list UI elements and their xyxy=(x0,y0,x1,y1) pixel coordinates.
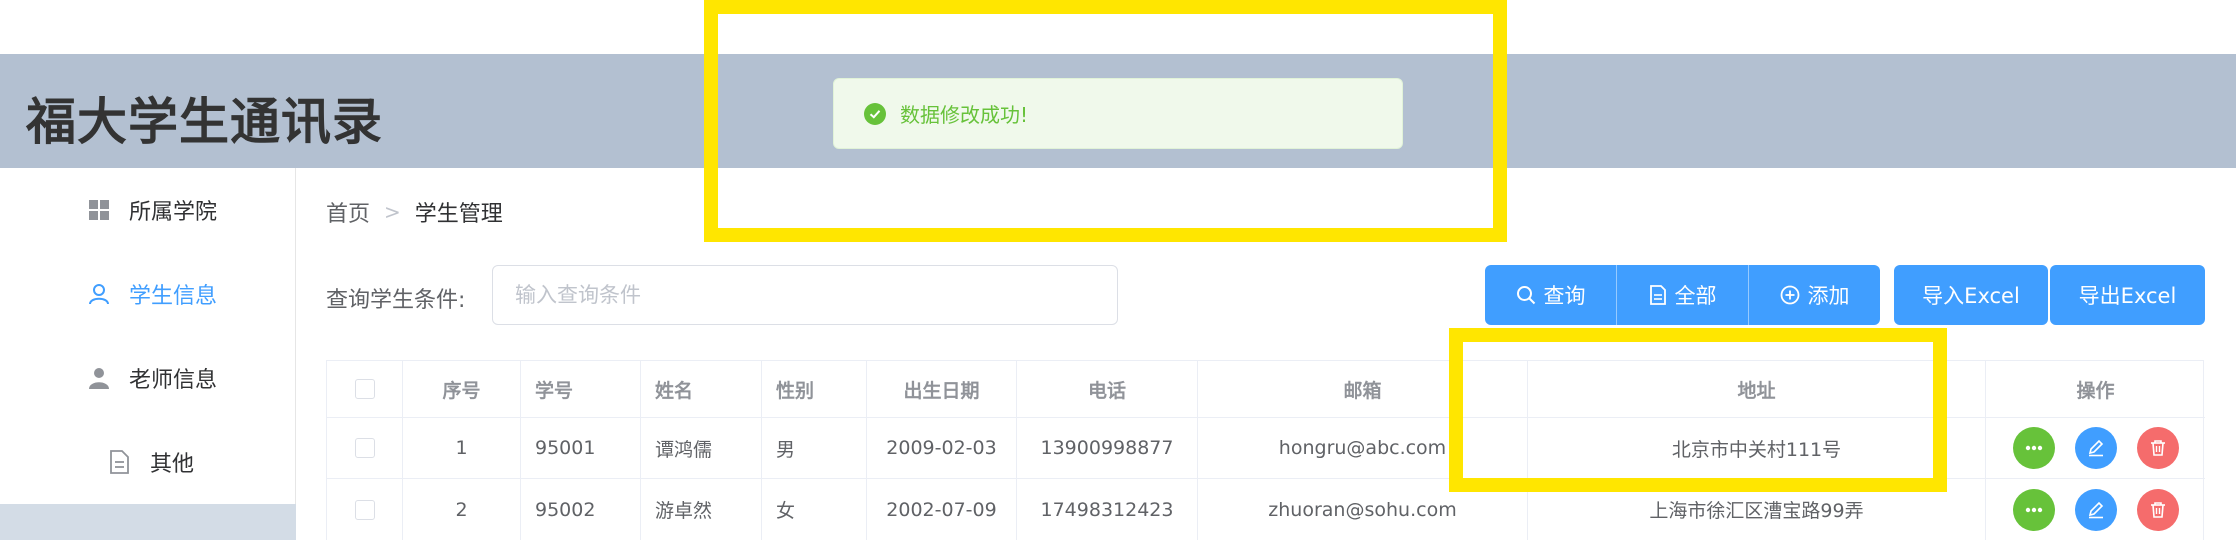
import-excel-button[interactable]: 导入Excel xyxy=(1894,265,2048,325)
query-label: 查询学生条件: xyxy=(326,288,466,313)
trash-icon xyxy=(2150,440,2165,456)
column-header: 邮箱 xyxy=(1198,361,1528,417)
trash-icon xyxy=(2150,501,2165,518)
column-header: 操作 xyxy=(2076,379,2115,402)
show-all-button-label: 全部 xyxy=(1674,284,1717,308)
cell-birthdate: 2002-07-09 xyxy=(867,479,1017,540)
student-table: 序号 学号 姓名 性别 出生日期 电话 邮箱 地址 操作 1 95001 谭鸿儒… xyxy=(326,360,2205,540)
cell-index: 2 xyxy=(403,479,521,540)
sidebar-item-other[interactable]: 其他 xyxy=(0,420,296,504)
column-header: 姓名 xyxy=(641,361,762,417)
cell-address: 北京市中关村111号 xyxy=(1528,418,1986,478)
main-content: 首页 > 学生管理 查询学生条件: 查询 全部 添加 导入Excel 导出Exc… xyxy=(296,168,2236,540)
cell-gender: 男 xyxy=(762,418,867,478)
cell-email: hongru@abc.com xyxy=(1198,418,1528,478)
row-checkbox[interactable] xyxy=(354,438,375,458)
breadcrumb-current: 学生管理 xyxy=(414,202,503,227)
cell-index: 1 xyxy=(403,418,521,478)
user-outline-icon xyxy=(86,281,112,307)
cell-address: 上海市徐汇区漕宝路99弄 xyxy=(1528,479,1986,540)
user-filled-icon xyxy=(86,365,112,391)
select-all-checkbox[interactable] xyxy=(354,379,375,399)
cell-actions xyxy=(1986,479,2205,540)
document-icon xyxy=(1649,285,1666,305)
delete-button[interactable] xyxy=(2136,488,2179,531)
more-dots-icon xyxy=(2025,507,2042,512)
search-icon xyxy=(1516,286,1535,305)
action-button-group: 查询 全部 添加 xyxy=(1485,265,1880,325)
delete-button[interactable] xyxy=(2136,427,2179,469)
more-button[interactable] xyxy=(2012,488,2055,531)
document-icon xyxy=(106,449,132,475)
breadcrumb: 首页 > 学生管理 xyxy=(326,196,503,228)
cell-email: zhuoran@sohu.com xyxy=(1198,479,1528,540)
toast-message: 数据修改成功! xyxy=(900,103,1029,127)
column-header: 电话 xyxy=(1017,361,1198,417)
table-row: 2 95002 游卓然 女 2002-07-09 17498312423 zhu… xyxy=(327,479,2205,540)
success-check-icon xyxy=(864,102,886,125)
app-title: 福大学生通讯录 xyxy=(26,93,383,151)
add-button[interactable]: 添加 xyxy=(1749,265,1880,325)
cell-gender: 女 xyxy=(762,479,867,540)
breadcrumb-separator: > xyxy=(384,200,401,224)
search-button-label: 查询 xyxy=(1543,284,1586,308)
sidebar-item-college[interactable]: 所属学院 xyxy=(0,168,296,252)
breadcrumb-home[interactable]: 首页 xyxy=(326,196,370,228)
edit-button[interactable] xyxy=(2074,427,2117,469)
column-header: 出生日期 xyxy=(867,361,1017,417)
sidebar-item-students[interactable]: 学生信息 xyxy=(0,252,296,336)
cell-phone: 17498312423 xyxy=(1017,479,1198,540)
row-select-cell xyxy=(327,479,403,540)
cell-name: 游卓然 xyxy=(641,479,762,540)
more-button[interactable] xyxy=(2012,427,2055,469)
sidebar-item-label: 老师信息 xyxy=(129,368,218,393)
show-all-button[interactable]: 全部 xyxy=(1617,265,1749,325)
cell-name: 谭鸿儒 xyxy=(641,418,762,478)
success-toast: 数据修改成功! xyxy=(833,78,1403,149)
search-input[interactable] xyxy=(492,265,1118,325)
table-header-row: 序号 学号 姓名 性别 出生日期 电话 邮箱 地址 操作 xyxy=(327,361,2205,418)
column-header: 性别 xyxy=(762,361,867,417)
app-root: 福大学生通讯录 所属学院 学生信息 老师信息 其他 首页 > 学生管理 查询学生… xyxy=(0,0,2236,540)
sidebar-item-label: 学生信息 xyxy=(129,284,218,309)
column-header: 序号 xyxy=(403,361,521,417)
cell-student-id: 95001 xyxy=(521,418,641,478)
cell-birthdate: 2009-02-03 xyxy=(867,418,1017,478)
edit-pencil-icon xyxy=(2088,501,2103,518)
cell-actions xyxy=(1986,418,2205,478)
table-row: 1 95001 谭鸿儒 男 2009-02-03 13900998877 hon… xyxy=(327,418,2205,479)
grid-icon xyxy=(86,197,112,223)
select-all-cell xyxy=(327,361,403,417)
sidebar-item-label: 其他 xyxy=(150,452,195,477)
column-header: 地址 xyxy=(1528,361,1986,417)
sidebar-item-label: 所属学院 xyxy=(129,200,218,225)
column-header: 学号 xyxy=(521,361,641,417)
row-checkbox[interactable] xyxy=(354,499,375,520)
search-button[interactable]: 查询 xyxy=(1485,265,1617,325)
more-dots-icon xyxy=(2025,445,2042,451)
export-excel-button[interactable]: 导出Excel xyxy=(2050,265,2205,325)
add-button-label: 添加 xyxy=(1807,284,1850,308)
row-select-cell xyxy=(327,418,403,478)
sidebar: 所属学院 学生信息 老师信息 其他 xyxy=(0,168,296,540)
sidebar-item-teachers[interactable]: 老师信息 xyxy=(0,336,296,420)
edit-pencil-icon xyxy=(2088,439,2103,457)
cell-phone: 13900998877 xyxy=(1017,418,1198,478)
cell-student-id: 95002 xyxy=(521,479,641,540)
plus-circle-icon xyxy=(1780,285,1799,305)
edit-button[interactable] xyxy=(2074,488,2117,531)
sidebar-footer-strip xyxy=(0,504,296,540)
